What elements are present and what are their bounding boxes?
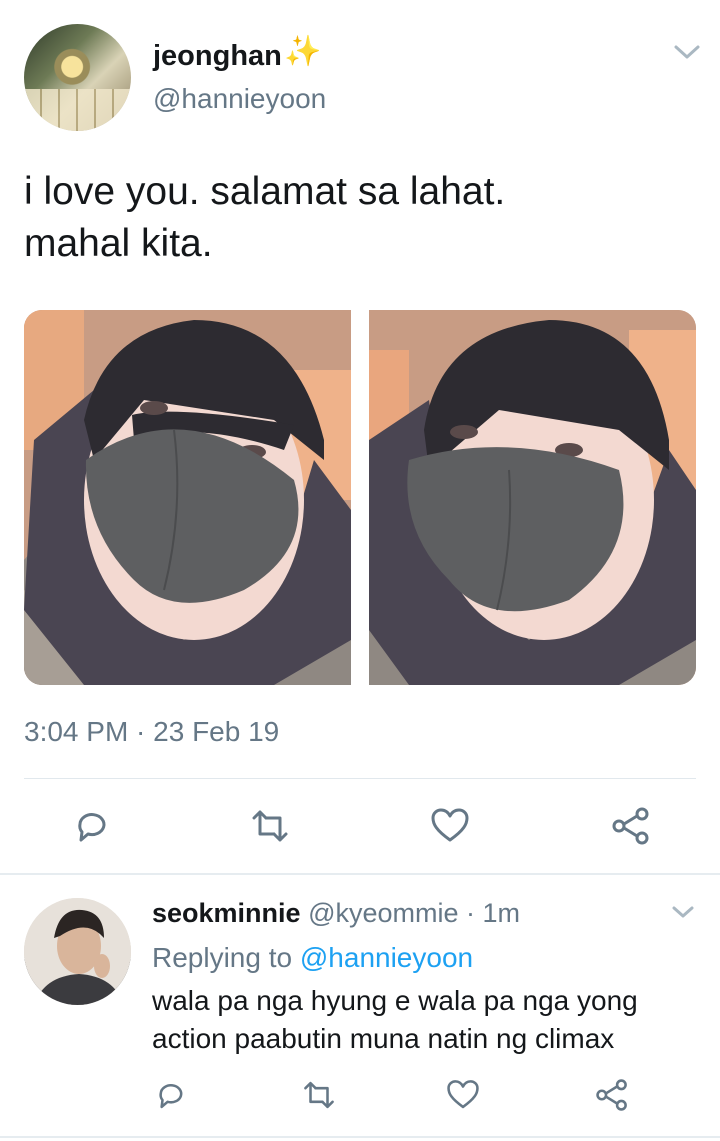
- reply-username[interactable]: @kyeommie: [308, 898, 458, 928]
- reply-display-name[interactable]: seokminnie: [152, 898, 301, 928]
- tweet-photo-1[interactable]: [24, 310, 351, 685]
- replying-to-handle[interactable]: @hannieyoon: [300, 942, 473, 973]
- replying-to-label: Replying to: [152, 942, 300, 973]
- tweet-photo-2[interactable]: [369, 310, 696, 685]
- sparkle-emoji: ✨: [284, 35, 322, 68]
- reply-text-line: wala pa nga hyung e wala pa nga yong: [152, 985, 638, 1016]
- reply-text: wala pa nga hyung e wala pa nga yong act…: [152, 982, 692, 1058]
- tweet-text-line: mahal kita.: [24, 222, 213, 265]
- replying-to: Replying to @hannieyoon: [152, 942, 473, 974]
- heart-icon[interactable]: [446, 1078, 480, 1112]
- retweet-icon[interactable]: [300, 1078, 338, 1112]
- separator: ·: [458, 898, 483, 928]
- reply-avatar[interactable]: [24, 898, 131, 1005]
- chevron-down-icon[interactable]: [672, 42, 702, 62]
- reply-header: seokminnie @kyeommie · 1m: [152, 898, 520, 929]
- heart-icon[interactable]: [430, 806, 470, 846]
- chevron-down-icon[interactable]: [670, 903, 696, 921]
- reply-text-line: action paabutin muna natin ng climax: [152, 1023, 615, 1054]
- share-icon[interactable]: [594, 1078, 630, 1112]
- avatar[interactable]: [24, 24, 131, 131]
- tweet-timestamp[interactable]: 3:04 PM · 23 Feb 19: [24, 716, 279, 748]
- reply-icon[interactable]: [72, 806, 112, 846]
- username[interactable]: @hannieyoon: [153, 83, 326, 115]
- section-divider: [0, 1136, 720, 1138]
- divider: [24, 778, 696, 779]
- reply-icon[interactable]: [154, 1078, 188, 1112]
- tweet-text: i love you. salamat sa lahat. mahal kita…: [24, 166, 684, 270]
- tweet-text-line: i love you. salamat sa lahat.: [24, 170, 506, 213]
- section-divider: [0, 873, 720, 875]
- retweet-icon[interactable]: [248, 806, 292, 846]
- reply-time[interactable]: 1m: [483, 898, 521, 928]
- share-icon[interactable]: [610, 806, 652, 846]
- display-name[interactable]: jeonghan: [153, 40, 282, 73]
